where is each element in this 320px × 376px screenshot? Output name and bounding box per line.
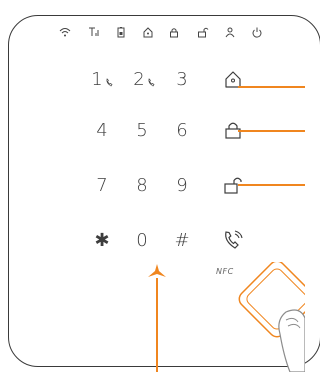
user-icon <box>223 24 237 40</box>
key-1[interactable]: 1 <box>82 62 122 96</box>
unlock-mode-icon <box>196 24 210 40</box>
home-mode-icon <box>141 24 155 40</box>
nfc-card-tap-illustration <box>228 260 316 373</box>
key-star[interactable]: ✱ <box>82 223 122 257</box>
callout-line-lock <box>238 130 305 132</box>
led-indicator <box>146 262 168 282</box>
key-8[interactable]: 8 <box>122 168 162 202</box>
key-9[interactable]: 9 <box>162 168 202 202</box>
wifi-icon <box>58 24 72 40</box>
key-hash[interactable]: # <box>162 223 202 257</box>
status-icon-row <box>0 24 305 40</box>
key-0[interactable]: 0 <box>122 223 162 257</box>
key-5[interactable]: 5 <box>122 113 162 147</box>
key-2[interactable]: 2 <box>124 62 164 96</box>
callout-line-home <box>238 86 305 88</box>
callout-line-unlock <box>238 184 305 186</box>
sos-call-button[interactable] <box>213 223 253 257</box>
battery-icon <box>114 24 128 40</box>
lock-mode-icon <box>167 24 181 40</box>
call-icon <box>147 78 155 87</box>
call-icon <box>105 78 113 87</box>
sos-call-icon <box>222 229 244 251</box>
key-7[interactable]: 7 <box>82 168 122 202</box>
home-arm-button[interactable] <box>213 62 253 96</box>
callout-line-led <box>156 278 158 372</box>
power-icon <box>250 24 264 40</box>
signal-icon <box>86 24 100 40</box>
key-4[interactable]: 4 <box>82 113 122 147</box>
key-3[interactable]: 3 <box>162 62 202 96</box>
key-6[interactable]: 6 <box>162 113 202 147</box>
